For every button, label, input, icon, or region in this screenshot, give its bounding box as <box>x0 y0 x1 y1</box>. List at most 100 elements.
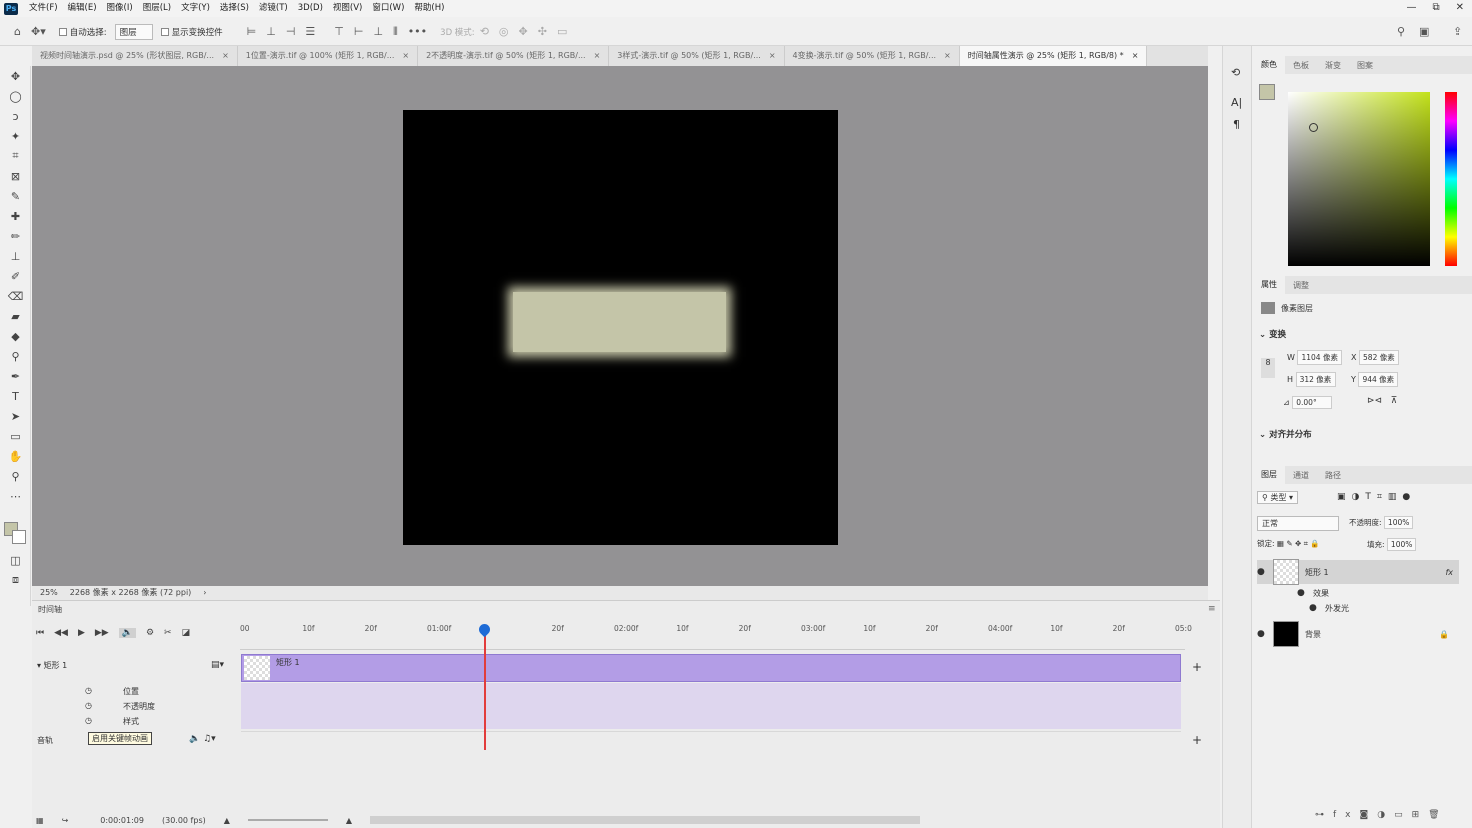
audio-icon[interactable]: 🔈 <box>118 628 136 638</box>
restore-button[interactable]: ⧉ <box>1432 0 1439 16</box>
zoom-out-icon[interactable]: ▲ <box>224 816 230 825</box>
render-icon[interactable]: ↪ <box>62 816 69 825</box>
blur-tool-icon[interactable]: ◆ <box>0 326 31 346</box>
more-options-icon[interactable]: ••• <box>408 25 427 38</box>
menu-item[interactable]: 图层(L) <box>138 0 176 17</box>
path-select-tool-icon[interactable]: ➤ <box>0 406 31 426</box>
close-window-button[interactable]: ✕ <box>1456 0 1464 16</box>
stamp-tool-icon[interactable]: ⊥ <box>0 246 31 266</box>
transform-section[interactable]: ⌄ 变换 <box>1259 328 1286 340</box>
fg-swatch[interactable] <box>1259 84 1275 100</box>
3d-camera-icon[interactable]: ▭ <box>557 25 567 38</box>
paragraph-panel-icon[interactable]: ¶ <box>1233 118 1240 131</box>
picker-ring[interactable] <box>1309 123 1318 132</box>
share-icon[interactable]: ⇪ <box>1453 25 1462 38</box>
quick-mask-icon[interactable]: ◫ <box>0 550 31 570</box>
zoom-in-icon[interactable]: ▲ <box>346 816 352 825</box>
gradient-tool-icon[interactable]: ▰ <box>0 306 31 326</box>
filter-icons[interactable]: ▣◑T⌗▥● <box>1337 492 1416 502</box>
transition-icon[interactable]: ◪ <box>182 628 191 638</box>
crop-tool-icon[interactable]: ⌗ <box>0 146 31 166</box>
opacity-field[interactable]: 100% <box>1383 516 1414 529</box>
align-middle-icon[interactable]: ⊢ <box>354 25 364 38</box>
screen-mode-icon[interactable]: ⧈ <box>0 570 31 590</box>
auto-select-checkbox[interactable] <box>58 27 67 36</box>
marquee-tool-icon[interactable]: ◯ <box>0 86 31 106</box>
menu-item[interactable]: 帮助(H) <box>409 0 449 17</box>
align-center-icon[interactable]: ⊥ <box>266 25 276 38</box>
distribute-v-icon[interactable]: ⫴ <box>393 25 398 39</box>
minimize-button[interactable]: — <box>1406 0 1416 16</box>
move-tool-icon[interactable]: ✥ <box>0 66 31 86</box>
menu-item[interactable]: 图像(I) <box>102 0 138 17</box>
frame-tool-icon[interactable]: ⊠ <box>0 166 31 186</box>
move-tool-icon[interactable]: ✥▾ <box>31 25 46 38</box>
panel-tab[interactable]: 图层 <box>1253 466 1285 484</box>
settings-icon[interactable]: ⚙ <box>146 628 154 638</box>
panel-tab[interactable]: 渐变 <box>1317 60 1349 71</box>
3d-rotate-icon[interactable]: ⟲ <box>480 25 489 38</box>
tab-close-icon[interactable]: × <box>222 46 229 66</box>
search-icon[interactable]: ⚲ <box>1397 25 1405 38</box>
fill-field[interactable]: 100% <box>1386 538 1417 551</box>
layer-actions[interactable]: ⊶fx◙◑▭⊞🗑 <box>1315 810 1449 820</box>
stopwatch-icon[interactable]: ◷ <box>85 701 92 710</box>
timeline-scrollbar[interactable] <box>370 816 921 824</box>
menu-item[interactable]: 窗口(W) <box>367 0 409 17</box>
property-tracks[interactable] <box>241 683 1181 729</box>
eraser-tool-icon[interactable]: ⌫ <box>0 286 31 306</box>
lasso-tool-icon[interactable]: ↄ <box>0 106 31 126</box>
hand-tool-icon[interactable]: ✋ <box>0 446 31 466</box>
menu-item[interactable]: 文字(Y) <box>176 0 215 17</box>
stopwatch-icon[interactable]: ◷ <box>85 716 92 725</box>
more-tool-icon[interactable]: ⋯ <box>0 486 31 506</box>
y-field[interactable]: 944 像素 <box>1358 372 1399 387</box>
layer-row-background[interactable]: ● 背景 🔒 <box>1257 621 1459 647</box>
add-audio-button[interactable]: + <box>1192 733 1202 747</box>
stopwatch-icon[interactable]: ◷ <box>85 686 92 695</box>
tab-close-icon[interactable]: × <box>1132 46 1139 66</box>
hue-slider[interactable] <box>1445 92 1457 266</box>
next-frame-icon[interactable]: ▶▶ <box>95 628 109 638</box>
audio-mute-icon[interactable]: 🔈 ♫▾ <box>189 734 216 744</box>
eye-icon[interactable]: ● <box>1309 603 1319 613</box>
panel-tab[interactable]: 属性 <box>1253 276 1285 294</box>
prev-frame-icon[interactable]: ◀◀ <box>54 628 68 638</box>
3d-drag-icon[interactable]: ✥ <box>519 25 528 38</box>
timeline-menu-icon[interactable]: ≡ <box>1208 604 1216 614</box>
x-field[interactable]: 582 像素 <box>1359 350 1400 365</box>
document-tab[interactable]: 4变换-演示.tif @ 50% (矩形 1, RGB/... × <box>785 46 960 66</box>
outer-glow-row[interactable]: ● 外发光 <box>1257 601 1459 615</box>
dodge-tool-icon[interactable]: ⚲ <box>0 346 31 366</box>
rectangle-tool-icon[interactable]: ▭ <box>0 426 31 446</box>
eyedropper-tool-icon[interactable]: ✎ <box>0 186 31 206</box>
zoom-tool-icon[interactable]: ⚲ <box>0 466 31 486</box>
align-bottom-icon[interactable]: ⊥ <box>373 25 383 38</box>
tab-close-icon[interactable]: × <box>769 46 776 66</box>
align-right-icon[interactable]: ⊣ <box>286 25 296 38</box>
auto-select-option[interactable]: 自动选择: <box>58 26 107 38</box>
blend-mode-dropdown[interactable]: 正常 <box>1257 516 1339 531</box>
document-tab[interactable]: 3样式-演示.tif @ 50% (矩形 1, RGB/... × <box>609 46 785 66</box>
tab-close-icon[interactable]: × <box>402 46 409 66</box>
document-tab[interactable]: 1位置-演示.tif @ 100% (矩形 1, RGB/... × <box>238 46 419 66</box>
convert-frame-icon[interactable]: ▦ <box>36 816 44 825</box>
width-field[interactable]: 1104 像素 <box>1297 350 1342 365</box>
3d-slide-icon[interactable]: ✣ <box>538 25 547 38</box>
timeline-layer-name[interactable]: ▾ 矩形 1 <box>37 660 67 671</box>
eye-icon[interactable]: ● <box>1297 588 1307 598</box>
menu-item[interactable]: 文件(F) <box>24 0 63 17</box>
show-transform-option[interactable]: 显示变换控件 <box>160 26 223 38</box>
panel-tab[interactable]: 通道 <box>1285 470 1317 481</box>
document-tab[interactable]: 2不透明度-演示.tif @ 50% (矩形 1, RGB/... × <box>418 46 610 66</box>
workspace-icon[interactable]: ▣ <box>1419 25 1429 38</box>
tab-close-icon[interactable]: × <box>594 46 601 66</box>
distribute-icon[interactable]: ☰ <box>305 25 315 38</box>
brush-tool-icon[interactable]: ✏ <box>0 226 31 246</box>
show-transform-checkbox[interactable] <box>160 27 169 36</box>
document-tab[interactable]: 时间轴属性演示 @ 25% (矩形 1, RGB/8) * × <box>959 46 1148 66</box>
panel-tab[interactable]: 调整 <box>1285 280 1317 291</box>
tab-close-icon[interactable]: × <box>944 46 951 66</box>
height-field[interactable]: 312 像素 <box>1295 372 1336 387</box>
home-icon[interactable]: ⌂ <box>14 25 21 38</box>
